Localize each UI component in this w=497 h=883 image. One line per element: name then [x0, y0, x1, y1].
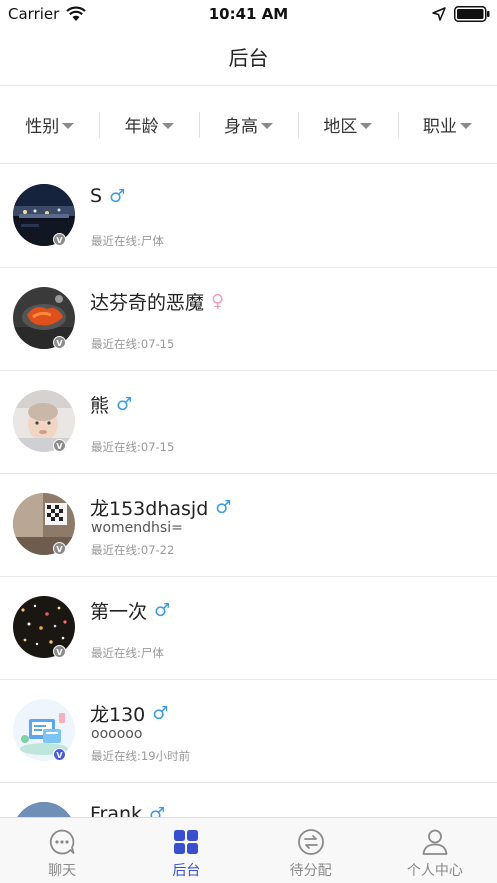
tab-label: 后台	[172, 863, 201, 879]
tab-label: 个人中心	[406, 863, 463, 879]
filter-gender[interactable]: 性别	[0, 112, 99, 138]
last-online-text: 最近在线:07-15	[91, 440, 175, 454]
user-name: 达芬奇的恶魔	[90, 292, 205, 314]
tab-label: 待分配	[289, 863, 332, 879]
tab-pending-assignment[interactable]: 待分配	[249, 818, 373, 883]
dropdown-caret-icon	[459, 122, 472, 129]
last-online-text: 最近在线:19小时前	[91, 749, 191, 763]
user-name: Frank	[90, 803, 143, 817]
location-arrow-icon	[432, 7, 446, 21]
male-icon: ♂	[149, 803, 166, 818]
avatar[interactable]: V	[13, 699, 75, 761]
grid-icon	[174, 830, 199, 854]
last-online-text: 最近在线:07-15	[91, 337, 175, 351]
filter-occupation[interactable]: 职业	[397, 111, 497, 138]
tab-label: 聊天	[48, 863, 77, 879]
avatar[interactable]	[13, 802, 75, 817]
male-icon: ♂	[154, 600, 171, 621]
user-signature: oooooo	[91, 726, 143, 742]
battery-icon	[454, 6, 490, 22]
user-signature: womendhsi=	[91, 520, 183, 536]
user-name: S	[90, 185, 103, 207]
user-list-item[interactable]: Frank ♂	[0, 783, 497, 817]
male-icon: ♂	[215, 497, 232, 518]
user-list-item[interactable]: V S ♂ 最近在线:尸体	[0, 165, 497, 268]
filter-bar: 性别 年龄 身高 地区 职业	[0, 86, 497, 164]
tab-bar: 聊天 后台 待分配 个人中心	[0, 817, 497, 883]
last-online-text: 最近在线:尸体	[91, 646, 164, 660]
clock: 10:41 AM	[208, 5, 289, 23]
tab-chat[interactable]: 聊天	[0, 818, 124, 883]
last-online-text: 最近在线:07-22	[91, 543, 175, 557]
avatar-image	[13, 802, 75, 817]
user-list-item[interactable]: V 龙130 ♂ oooooo 最近在线:19小时前	[0, 680, 497, 783]
user-name: 熊	[90, 395, 110, 417]
filter-label: 年龄	[124, 117, 159, 137]
user-name: 第一次	[90, 601, 148, 623]
tab-profile[interactable]: 个人中心	[373, 818, 497, 883]
avatar[interactable]: V	[13, 287, 75, 349]
dropdown-caret-icon	[161, 122, 174, 129]
avatar[interactable]: V	[13, 493, 75, 555]
avatar[interactable]: V	[13, 390, 75, 452]
swap-arrows-icon	[297, 829, 324, 855]
verified-badge: V	[53, 233, 66, 246]
person-icon	[422, 829, 448, 855]
tab-backend[interactable]: 后台	[124, 818, 248, 883]
filter-label: 职业	[422, 117, 457, 137]
page-title: 后台	[228, 46, 269, 70]
female-icon: ♀	[211, 291, 225, 312]
male-icon: ♂	[152, 703, 169, 724]
user-list-item[interactable]: V 达芬奇的恶魔 ♀ 最近在线:07-15	[0, 268, 497, 371]
verified-badge: V	[53, 439, 66, 452]
filter-label: 地区	[323, 117, 358, 137]
user-name: 龙153dhasjd	[90, 498, 209, 520]
filter-region[interactable]: 地区	[298, 111, 397, 138]
filter-age[interactable]: 年龄	[99, 111, 198, 138]
status-bar: Carrier 10:41 AM	[0, 0, 497, 28]
filter-label: 性别	[25, 117, 60, 137]
user-name: 龙130	[90, 704, 146, 726]
user-list[interactable]: V S ♂ 最近在线:尸体 V 达芬奇的恶魔 ♀ 最近在线:07-15 V 熊 …	[0, 165, 497, 817]
dropdown-caret-icon	[62, 122, 75, 129]
avatar[interactable]: V	[13, 596, 75, 658]
user-list-item[interactable]: V 第一次 ♂ 最近在线:尸体	[0, 577, 497, 680]
male-icon: ♂	[116, 394, 133, 415]
verified-badge: V	[53, 542, 66, 555]
chat-bubble-icon	[50, 829, 75, 855]
avatar[interactable]: V	[13, 184, 75, 246]
filter-label: 身高	[224, 117, 259, 137]
verified-badge: V	[53, 748, 66, 761]
user-list-item[interactable]: V 熊 ♂ 最近在线:07-15	[0, 371, 497, 474]
dropdown-caret-icon	[360, 122, 373, 129]
dropdown-caret-icon	[261, 122, 274, 129]
male-icon: ♂	[109, 185, 126, 207]
last-online-text: 最近在线:尸体	[91, 234, 164, 248]
verified-badge: V	[53, 645, 66, 658]
navigation-bar: 后台	[0, 28, 497, 86]
filter-height[interactable]: 身高	[198, 111, 298, 138]
user-list-item[interactable]: V 龙153dhasjd ♂ womendhsi= 最近在线:07-22	[0, 474, 497, 577]
verified-badge: V	[53, 336, 66, 349]
